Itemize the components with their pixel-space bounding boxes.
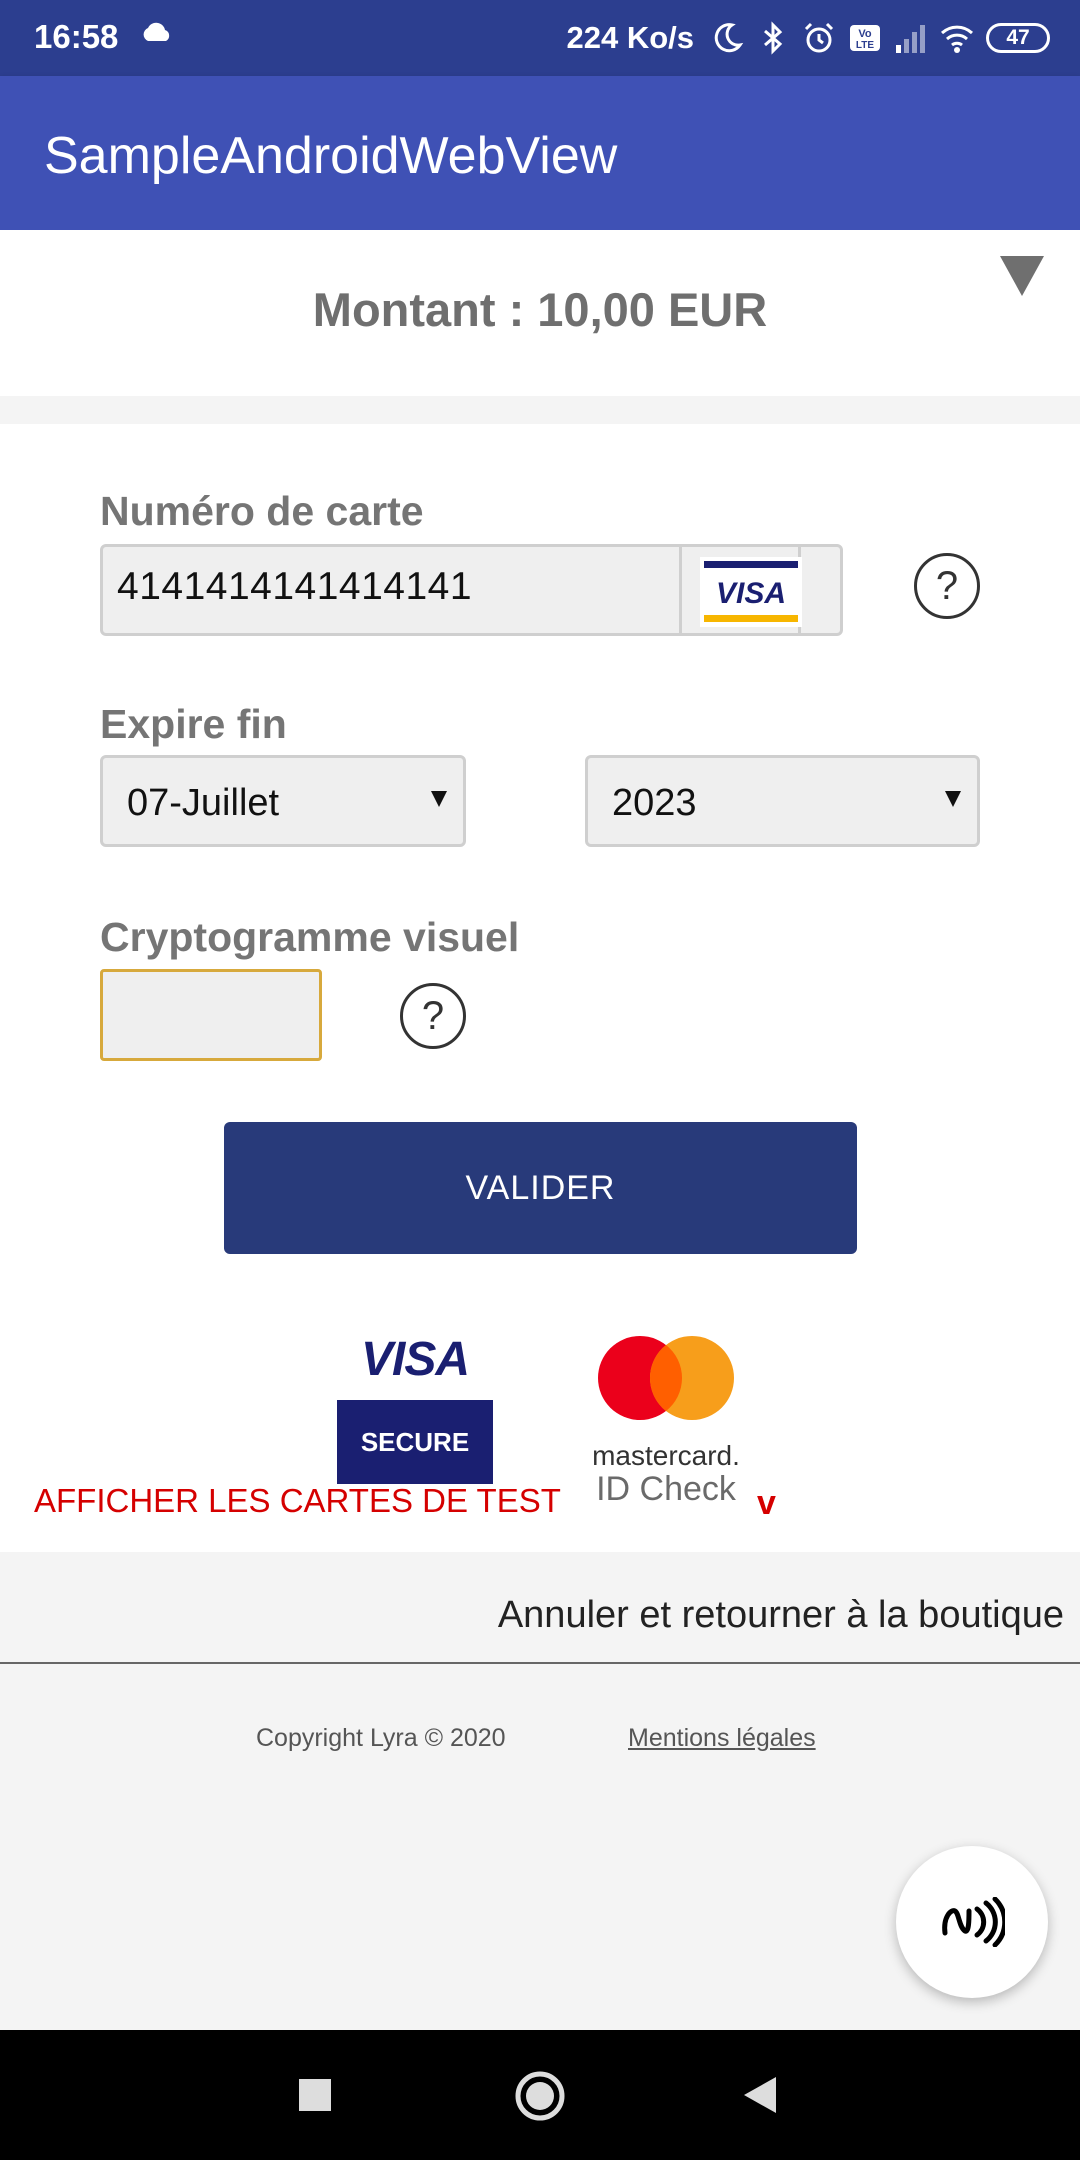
amount-expand-icon[interactable]: [1000, 256, 1044, 296]
battery-level: 47: [1006, 26, 1030, 49]
network-speed: 224 Ko/s: [566, 20, 694, 55]
amount-panel: Montant : 10,00 EUR: [0, 230, 1080, 396]
nfc-icon: [942, 1897, 1005, 1947]
visa-secure-logo: VISA SECURE: [337, 1332, 493, 1484]
cancel-return-link[interactable]: Annuler et retourner à la boutique: [498, 1594, 1064, 1637]
svg-text:LTE: LTE: [856, 40, 874, 51]
card-number-help-button[interactable]: ?: [914, 553, 980, 619]
expiry-month-select[interactable]: 07-Juillet: [100, 755, 466, 847]
cvv-field[interactable]: [100, 969, 322, 1061]
expiry-label: Expire fin: [100, 701, 287, 747]
visa-secure-word: VISA: [360, 1333, 470, 1386]
mastercard-circles-icon: [598, 1336, 734, 1420]
legal-notice-link[interactable]: Mentions légales: [628, 1724, 816, 1753]
visa-card-icon: VISA: [700, 557, 802, 627]
recents-square-icon[interactable]: [298, 2078, 332, 2112]
nfc-button[interactable]: [896, 1846, 1048, 1998]
mastercard-word: mastercard.: [592, 1440, 740, 1471]
status-time: 16:58: [34, 18, 119, 55]
svg-text:Vo: Vo: [858, 28, 872, 40]
app-bar: SampleAndroidWebView: [0, 76, 1080, 230]
expiry-year-select[interactable]: 2023: [585, 755, 980, 847]
payment-form: Numéro de carte 4141414141414141 VISA ? …: [0, 424, 1080, 1552]
visa-secure-text: SECURE: [360, 1426, 470, 1457]
home-circle-icon[interactable]: [514, 2070, 566, 2122]
battery-icon: 47: [986, 23, 1050, 53]
cvv-label: Cryptogramme visuel: [100, 914, 520, 960]
expiry-month-value: 07-Juillet: [127, 782, 280, 824]
footer-divider: [0, 1662, 1080, 1664]
card-number-value: 4141414141414141: [117, 565, 473, 608]
card-brand-text: VISA: [716, 577, 786, 610]
copyright-text: Copyright Lyra © 2020: [256, 1724, 506, 1752]
validate-label: VALIDER: [465, 1168, 616, 1207]
cloud-icon: [143, 22, 170, 41]
chevron-down-icon[interactable]: v: [757, 1484, 776, 1523]
amount-text: Montant : 10,00 EUR: [312, 283, 768, 336]
visa-secure-band: SECURE: [337, 1400, 493, 1484]
card-number-field[interactable]: 4141414141414141 VISA: [100, 544, 843, 636]
back-triangle-icon[interactable]: [742, 2076, 778, 2114]
signal-icon: [896, 25, 925, 53]
show-test-cards-link[interactable]: AFFICHER LES CARTES DE TEST: [34, 1482, 561, 1520]
mastercard-id-check-logo: mastercard. ID Check: [586, 1322, 746, 1508]
help-icon: ?: [421, 993, 445, 1038]
dropdown-caret-icon: [431, 791, 447, 807]
dropdown-caret-icon: [945, 791, 961, 807]
card-number-label: Numéro de carte: [100, 488, 424, 534]
help-icon: ?: [935, 563, 959, 608]
system-nav-bar: [0, 2030, 1080, 2160]
card-brand-box: VISA: [679, 544, 802, 636]
expiry-year-value: 2023: [612, 782, 697, 824]
volte-icon: Vo LTE: [850, 25, 880, 51]
id-check-word: ID Check: [596, 1470, 736, 1508]
cvv-help-button[interactable]: ?: [400, 983, 466, 1049]
bluetooth-icon: [764, 21, 783, 55]
alarm-icon: [804, 22, 834, 53]
app-title: SampleAndroidWebView: [44, 127, 618, 185]
moon-icon: [714, 23, 744, 53]
status-bar: 16:58 224 Ko/s Vo LTE 47: [0, 0, 1080, 76]
wifi-icon: [940, 25, 974, 53]
status-indicators: 224 Ko/s Vo LTE 47: [566, 16, 1050, 60]
validate-button[interactable]: VALIDER: [224, 1122, 857, 1254]
